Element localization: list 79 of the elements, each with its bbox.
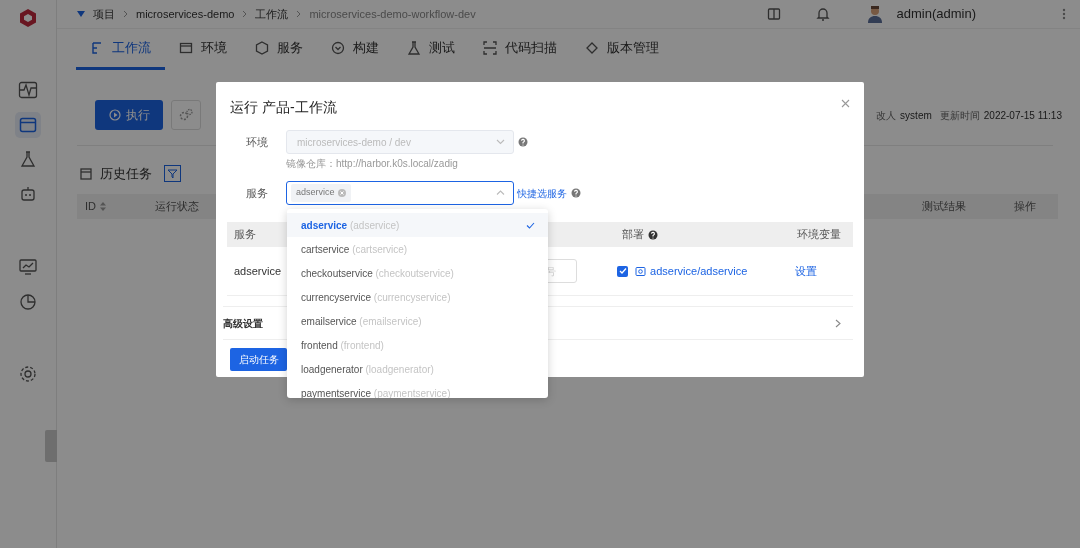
code-window-icon [179,41,193,55]
service-icon [635,265,647,277]
chevron-up-icon [496,190,505,196]
column-header: 测试结果 [922,198,966,214]
column-header: 服务 [234,228,256,241]
tab[interactable]: 版本管理 [571,29,673,70]
close-icon [841,98,850,108]
sort-icon[interactable] [100,201,106,211]
settings-icon[interactable] [18,364,38,384]
logo-icon [18,8,38,28]
check-icon [618,267,627,275]
scan-icon [483,41,497,55]
gears-icon [178,107,194,123]
flask-icon[interactable] [18,150,38,170]
run-button[interactable]: 执行 [95,100,163,130]
window-icon[interactable] [18,115,38,135]
play-icon [108,109,121,121]
bell-icon[interactable] [815,7,830,21]
field-label: 环境 [245,134,269,150]
column-header: ID [85,198,96,214]
column-header: 部署 [622,227,644,243]
section-label: 高级设置 [223,316,263,331]
cube-icon [255,41,269,55]
user-name[interactable]: admin(admin) [896,4,976,24]
tab[interactable]: 测试 [393,29,469,70]
chevron-down-icon [496,139,505,145]
monitor-chart-icon[interactable] [18,257,38,277]
breadcrumb-item[interactable]: 工作流 [255,5,289,23]
column-header: 环境变量 [797,227,841,243]
dropdown-option[interactable]: emailservice (emailservice) [287,309,548,333]
breadcrumb-item[interactable]: 项目 [93,5,115,23]
filter-button[interactable] [164,165,181,183]
filter-icon [167,168,178,180]
flask-icon [407,41,421,55]
tab[interactable]: 构建 [317,29,393,70]
deploy-link[interactable]: adservice/adservice [650,262,796,280]
check-icon [526,221,535,229]
chevron-right-icon [296,10,302,18]
chevron-right-icon [242,10,248,18]
help-icon [518,137,528,147]
help-icon [648,229,658,240]
tab[interactable]: 环境 [165,29,241,70]
table-cell-text: adservice [234,263,282,279]
dropdown-option[interactable]: cartservice (cartservice) [287,237,548,261]
breadcrumb-item: microservices-demo-workflow-dev [309,6,476,22]
modifier-name: system [900,108,932,123]
updated-time: 2022-07-15 11:13 [983,108,1062,123]
remove-icon[interactable] [337,189,346,197]
help-icon [571,188,581,198]
pulse-icon[interactable] [18,80,38,100]
pie-chart-icon[interactable] [18,292,38,312]
environment-select: microservices-demo / dev [286,130,514,154]
service-select[interactable]: adservice [286,181,514,205]
quick-select-link[interactable]: 快捷选服务 [517,185,567,201]
collapse-handle[interactable] [45,430,57,462]
service-tag: adservice [291,184,351,202]
updated-label: 更新时间 [939,108,980,123]
field-label: 服务 [245,185,269,201]
section-title: 历史任务 [100,165,152,183]
registry-hint: 镜像仓库：http://harbor.k0s.local/zadig [285,157,459,171]
chevron-right-icon[interactable] [835,318,841,328]
start-button[interactable]: 启动任务 [230,348,287,371]
more-icon[interactable] [1062,8,1066,20]
tab[interactable]: 代码扫描 [469,29,571,70]
tab[interactable]: 服务 [241,29,317,70]
dropdown-option[interactable]: loadgenerator (loadgenerator) [287,357,548,381]
book-icon[interactable] [766,7,781,21]
modifier-label: 改人 [876,108,897,123]
env-settings-link[interactable]: 设置 [795,262,818,280]
avatar-icon[interactable] [866,5,883,23]
dialog-title: 运行 产品-工作流 [230,98,337,117]
chevron-right-icon [123,10,128,18]
column-header: 操作 [1014,198,1036,214]
dropdown-option[interactable]: paymentservice (paymentservice) [287,381,548,398]
column-header: 运行状态 [155,198,200,214]
caret-icon[interactable] [77,11,85,17]
dropdown-option[interactable]: currencyservice (currencyservice) [287,285,548,309]
checkbox[interactable] [617,265,629,277]
breadcrumb-item[interactable]: microservices-demo [136,5,235,23]
